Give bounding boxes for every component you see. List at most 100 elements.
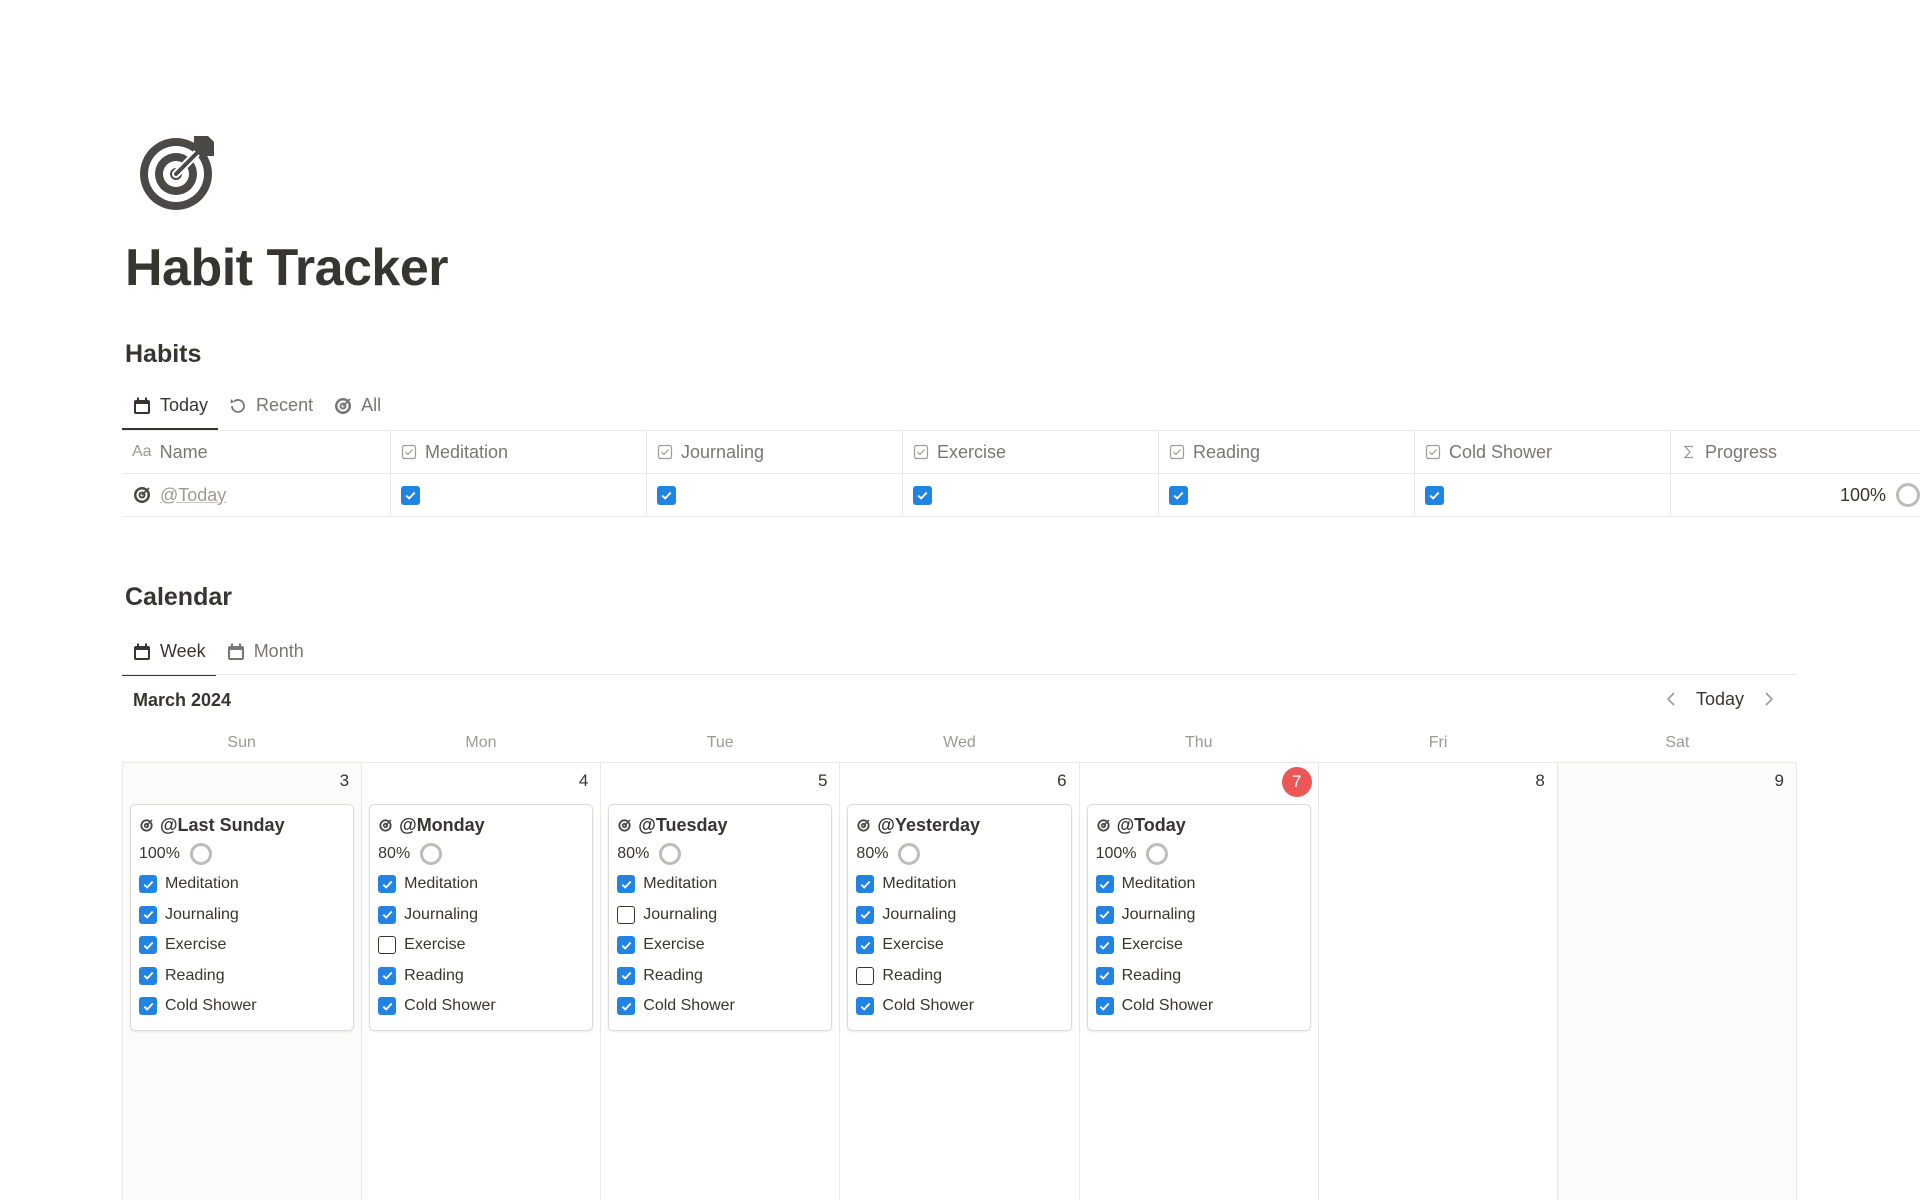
table-row[interactable]: @Today 100% bbox=[122, 474, 1920, 517]
cold-shower-checkbox[interactable] bbox=[1095, 997, 1114, 1016]
reading-checkbox[interactable] bbox=[1095, 966, 1114, 985]
calendar-day-cell[interactable]: 4 @Monday 80% Meditation Journaling Exercise R… bbox=[362, 763, 602, 1200]
date-mention-link[interactable]: @Today bbox=[160, 485, 226, 506]
meditation-checkbox[interactable] bbox=[856, 875, 875, 894]
habit-entry-card[interactable]: @Yesterday 80% Meditation Journaling Exercis… bbox=[847, 804, 1072, 1031]
progress-ring-icon bbox=[1896, 483, 1920, 507]
exercise-checkbox[interactable] bbox=[856, 936, 875, 955]
habit-item: Journaling bbox=[856, 900, 1062, 931]
check-icon bbox=[860, 880, 871, 889]
calendar-icon bbox=[134, 397, 150, 414]
column-header-cold-shower[interactable]: Cold Shower bbox=[1415, 431, 1671, 473]
cold-shower-checkbox[interactable] bbox=[139, 997, 157, 1016]
card-title: @Today bbox=[1096, 811, 1302, 839]
journaling-cell[interactable] bbox=[647, 474, 903, 516]
exercise-checkbox[interactable] bbox=[139, 936, 157, 955]
column-header-journaling[interactable]: Journaling bbox=[647, 431, 903, 473]
checkbox-icon bbox=[913, 444, 929, 460]
exercise-checkbox[interactable] bbox=[1095, 936, 1114, 955]
habit-label: Journaling bbox=[882, 905, 957, 923]
history-icon bbox=[230, 398, 245, 413]
tab-all[interactable]: All bbox=[323, 395, 391, 428]
check-icon bbox=[621, 1002, 632, 1011]
habit-entry-card[interactable]: @Today 100% Meditation Journaling Exercise Re… bbox=[1086, 804, 1311, 1031]
cold-shower-checkbox[interactable] bbox=[856, 997, 875, 1016]
week-calendar: Sun Mon Tue Wed Thu Fri Sat 3 @Last Sunday 100% M… bbox=[122, 726, 1797, 1200]
habit-item: Meditation bbox=[139, 869, 345, 900]
tab-label: Today bbox=[160, 395, 209, 415]
today-button[interactable]: Today bbox=[1696, 689, 1744, 710]
journaling-checkbox[interactable] bbox=[617, 905, 636, 924]
exercise-checkbox[interactable] bbox=[617, 936, 636, 955]
habit-entry-card[interactable]: @Monday 80% Meditation Journaling Exercise Re… bbox=[369, 804, 594, 1031]
meditation-checkbox[interactable] bbox=[139, 875, 157, 894]
tab-recent[interactable]: Recent bbox=[218, 395, 323, 428]
day-number: 8 bbox=[1535, 771, 1545, 790]
exercise-checkbox[interactable] bbox=[378, 936, 397, 955]
meditation-cell[interactable] bbox=[391, 474, 647, 516]
chevron-right-icon[interactable] bbox=[1758, 688, 1780, 710]
column-header-name[interactable]: Aa Name bbox=[122, 431, 391, 473]
reading-checkbox[interactable] bbox=[617, 966, 636, 985]
card-progress: 100% bbox=[1096, 839, 1302, 869]
exercise-checkbox[interactable] bbox=[913, 485, 932, 505]
check-icon bbox=[143, 941, 153, 950]
reading-checkbox[interactable] bbox=[1169, 485, 1188, 505]
cold-shower-checkbox[interactable] bbox=[1425, 485, 1444, 505]
column-header-meditation[interactable]: Meditation bbox=[391, 431, 647, 473]
meditation-checkbox[interactable] bbox=[378, 875, 397, 894]
habit-label: Meditation bbox=[404, 875, 478, 893]
journaling-checkbox[interactable] bbox=[139, 905, 157, 924]
name-cell[interactable]: @Today bbox=[122, 474, 391, 516]
card-title: @Yesterday bbox=[856, 811, 1062, 839]
calendar-day-cell[interactable]: 6 @Yesterday 80% Meditation Journaling Exerci… bbox=[840, 763, 1080, 1200]
weekday-label: Sat bbox=[1665, 734, 1690, 751]
journaling-checkbox[interactable] bbox=[1095, 905, 1114, 924]
tab-week[interactable]: Week bbox=[122, 641, 216, 676]
check-icon bbox=[621, 941, 632, 950]
card-progress: 80% bbox=[378, 839, 584, 869]
habit-entry-card[interactable]: @Tuesday 80% Meditation Journaling Exercise R… bbox=[608, 804, 833, 1031]
tab-today[interactable]: Today bbox=[122, 395, 219, 430]
reading-cell[interactable] bbox=[1159, 474, 1415, 516]
meditation-checkbox[interactable] bbox=[617, 875, 636, 894]
check-icon bbox=[143, 972, 153, 981]
exercise-cell[interactable] bbox=[903, 474, 1159, 516]
column-header-exercise[interactable]: Exercise bbox=[903, 431, 1159, 473]
journaling-checkbox[interactable] bbox=[378, 905, 397, 924]
habit-entry-card[interactable]: @Last Sunday 100% Meditation Journaling Exer… bbox=[130, 804, 355, 1031]
cold-shower-checkbox[interactable] bbox=[617, 997, 636, 1016]
journaling-checkbox[interactable] bbox=[856, 905, 875, 924]
calendar-day-cell[interactable]: 5 @Tuesday 80% Meditation Journaling Exercise… bbox=[601, 763, 841, 1200]
reading-checkbox[interactable] bbox=[856, 966, 875, 985]
habit-item: Journaling bbox=[378, 900, 584, 931]
reading-checkbox[interactable] bbox=[378, 966, 397, 985]
card-progress: 100% bbox=[139, 839, 345, 869]
cold-shower-cell[interactable] bbox=[1415, 474, 1671, 516]
progress-cell[interactable]: 100% bbox=[1671, 474, 1920, 516]
calendar-day-cell[interactable]: 3 @Last Sunday 100% Meditation Journaling Exe… bbox=[123, 763, 363, 1200]
habits-table: Aa Name Meditation Journaling Exercise Re… bbox=[122, 430, 1920, 517]
calendar-day-cell[interactable]: 7 @Today 100% Meditation Journaling Exercise R… bbox=[1079, 763, 1319, 1200]
calendar-day-cell[interactable]: 9 bbox=[1557, 763, 1797, 1200]
meditation-checkbox[interactable] bbox=[401, 485, 420, 505]
calendar-day-cell[interactable]: 8 bbox=[1318, 763, 1558, 1200]
column-header-reading[interactable]: Reading bbox=[1159, 431, 1415, 473]
table-header-row: Aa Name Meditation Journaling Exercise Re… bbox=[122, 431, 1920, 474]
reading-checkbox[interactable] bbox=[139, 966, 157, 985]
weekday-label: Mon bbox=[465, 734, 497, 751]
page-title: Habit Tracker bbox=[125, 239, 449, 297]
journaling-checkbox[interactable] bbox=[657, 485, 676, 505]
tab-month[interactable]: Month bbox=[216, 641, 314, 674]
chevron-left-icon[interactable] bbox=[1660, 688, 1682, 710]
progress-ring-icon bbox=[1146, 843, 1169, 865]
habit-item: Meditation bbox=[1095, 869, 1302, 900]
meditation-checkbox[interactable] bbox=[1095, 875, 1114, 894]
habit-label: Reading bbox=[404, 966, 464, 984]
column-label: Reading bbox=[1193, 441, 1261, 462]
cold-shower-checkbox[interactable] bbox=[378, 997, 397, 1016]
card-title: @Monday bbox=[378, 811, 584, 839]
column-header-progress[interactable]: Progress bbox=[1671, 431, 1920, 473]
habit-item: Reading bbox=[856, 961, 1062, 992]
check-icon bbox=[143, 880, 153, 889]
